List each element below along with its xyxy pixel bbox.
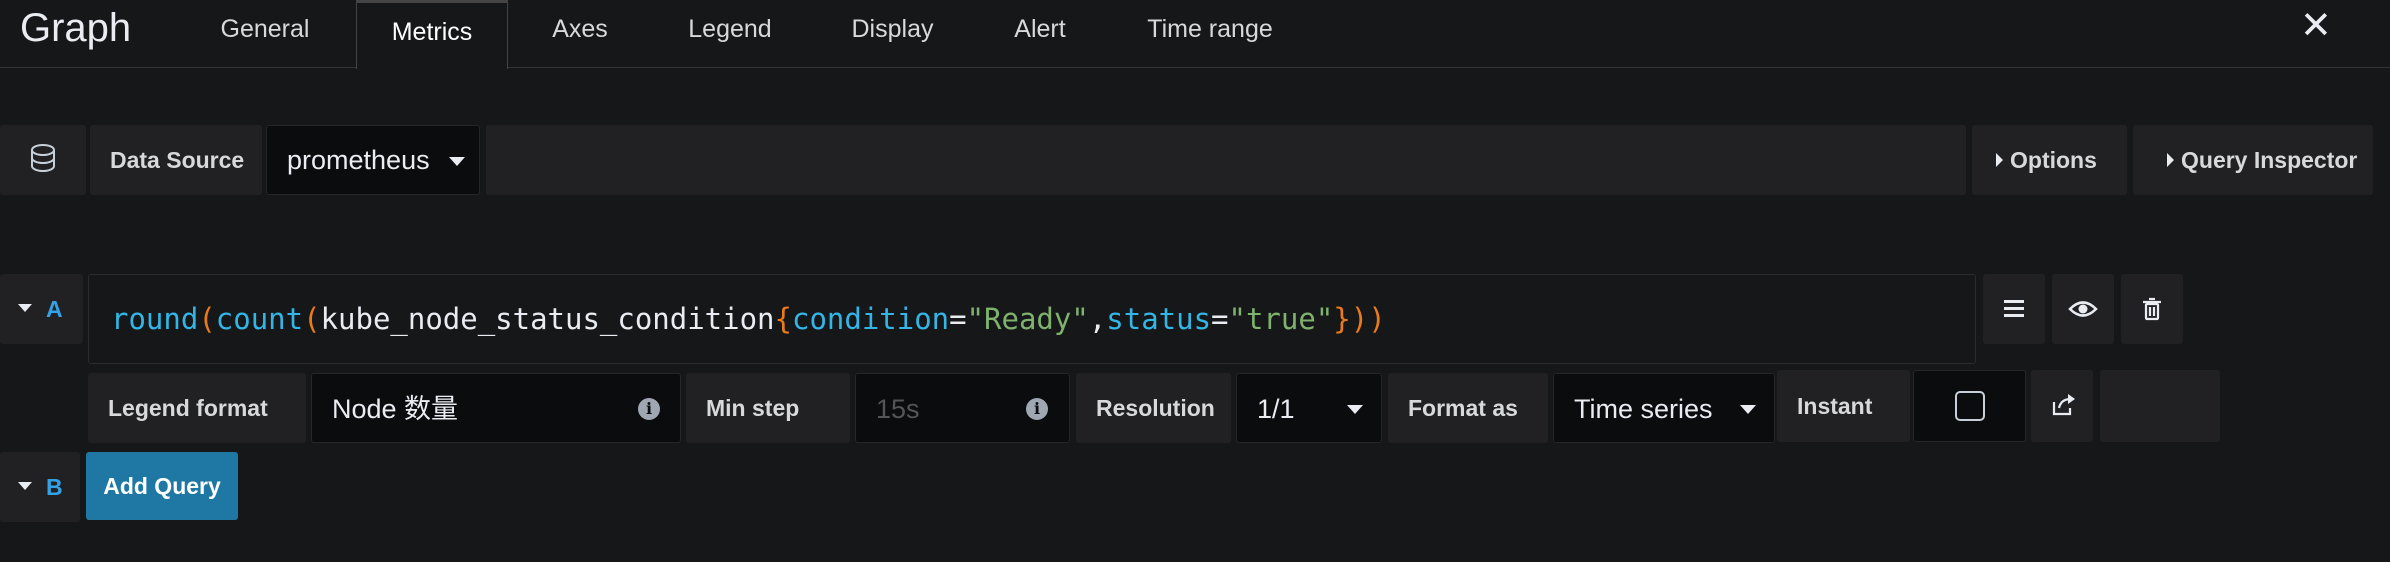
query-menu-button[interactable] — [1983, 274, 2045, 344]
panel-title: Graph — [20, 6, 132, 50]
legend-format-input[interactable]: Node 数量 i — [311, 373, 681, 443]
resolution-label: Resolution — [1076, 373, 1231, 443]
options-row-filler — [2100, 370, 2220, 442]
min-step-placeholder: 15s — [876, 394, 920, 424]
info-icon[interactable]: i — [1026, 398, 1048, 420]
min-step-input[interactable]: 15s i — [855, 373, 1070, 443]
toggle-visibility-button[interactable] — [2052, 274, 2114, 344]
add-query-button[interactable]: Add Query — [86, 452, 238, 520]
share-icon — [2052, 394, 2075, 416]
instant-checkbox-box[interactable] — [1913, 370, 2026, 442]
resolution-select[interactable]: 1/1 — [1236, 373, 1382, 443]
legend-format-label: Legend format — [88, 373, 306, 443]
format-as-label: Format as — [1388, 373, 1548, 443]
instant-label: Instant — [1777, 370, 1910, 442]
chevron-down-icon — [18, 304, 32, 312]
instant-checkbox[interactable] — [1955, 391, 1985, 421]
options-label: Options — [2010, 147, 2097, 173]
tab-time-range[interactable]: Time range — [1130, 0, 1290, 68]
query-a-collapse[interactable]: A — [0, 274, 83, 344]
datasource-label: Data Source — [90, 125, 262, 195]
tab-display[interactable]: Display — [830, 0, 955, 68]
format-as-value: Time series — [1574, 394, 1713, 424]
spacer2 — [2251, 274, 2252, 275]
hamburger-icon — [2004, 300, 2024, 317]
eye-icon — [2068, 301, 2098, 317]
query-b-ref: B — [46, 474, 63, 500]
chevron-down-icon — [18, 482, 32, 490]
query-expr: round(count(kube_node_status_condition{c… — [111, 302, 1386, 336]
tab-alert[interactable]: Alert — [990, 0, 1090, 68]
tab-legend[interactable]: Legend — [665, 0, 795, 68]
chevron-down-icon — [1347, 405, 1363, 414]
query-inspector-toggle[interactable]: Query Inspector — [2133, 125, 2373, 195]
resolution-value: 1/1 — [1257, 394, 1295, 424]
chevron-down-icon — [449, 157, 465, 166]
datasource-filler — [486, 125, 1966, 195]
remove-query-button[interactable] — [2121, 274, 2183, 344]
tab-metrics[interactable]: Metrics — [356, 0, 508, 69]
format-as-select[interactable]: Time series — [1553, 373, 1775, 443]
datasource-icon-box — [0, 125, 86, 195]
database-icon — [31, 144, 55, 172]
query-b-collapse[interactable]: B — [0, 452, 80, 522]
datasource-value: prometheus — [287, 145, 430, 175]
legend-format-value: Node 数量 — [332, 394, 459, 424]
chevron-down-icon — [1740, 405, 1756, 414]
min-step-label: Min step — [686, 373, 850, 443]
info-icon[interactable]: i — [638, 398, 660, 420]
query-a-expr-editor[interactable]: round(count(kube_node_status_condition{c… — [88, 274, 1976, 364]
close-icon[interactable]: ✕ — [2300, 6, 2332, 46]
datasource-select[interactable]: prometheus — [266, 125, 480, 195]
query-inspector-label: Query Inspector — [2181, 147, 2358, 173]
tab-axes[interactable]: Axes — [530, 0, 630, 68]
query-a-ref: A — [46, 296, 63, 322]
options-toggle[interactable]: Options — [1972, 125, 2127, 195]
tab-general[interactable]: General — [200, 0, 330, 68]
trash-icon — [2143, 297, 2161, 321]
share-button[interactable] — [2031, 370, 2093, 442]
